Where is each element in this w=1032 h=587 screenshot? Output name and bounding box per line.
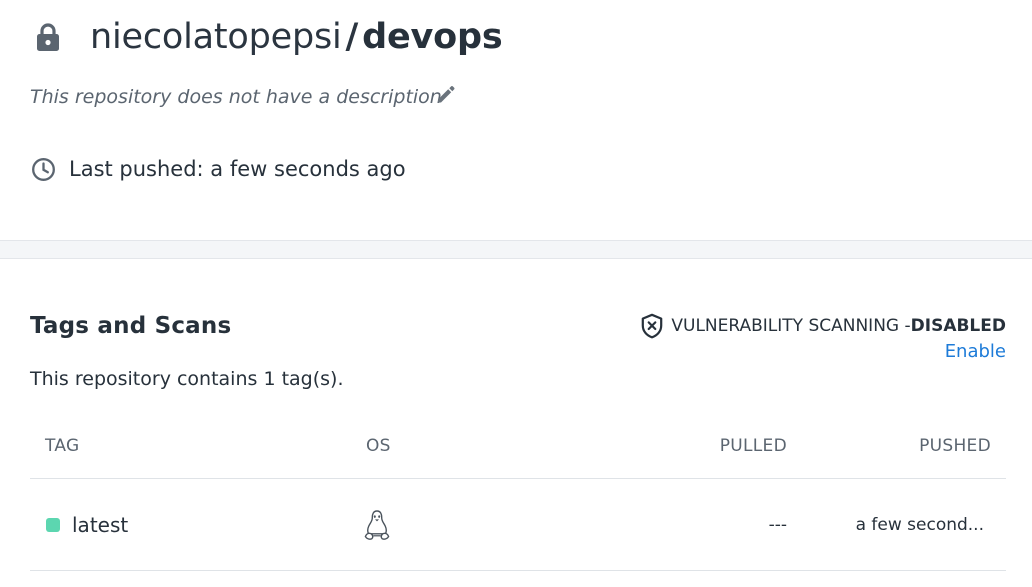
tags-table: TAG OS PULLED PUSHED latest --- a few se… — [30, 419, 1006, 571]
vulnerability-scanning-status: VULNERABILITY SCANNING - DISABLED — [640, 313, 1006, 339]
column-header-pushed[interactable]: PUSHED — [919, 435, 991, 457]
clock-icon — [32, 158, 55, 181]
table-header: TAG OS PULLED PUSHED — [30, 419, 1006, 479]
column-header-pulled[interactable]: PULLED — [720, 435, 787, 457]
lock-icon — [37, 23, 59, 51]
repository-owner: niecolatopepsi — [90, 17, 342, 57]
pulled-value: --- — [768, 515, 787, 535]
section-title: Tags and Scans — [30, 313, 232, 339]
linux-icon — [364, 510, 390, 540]
table-row: latest --- a few second... — [30, 479, 1006, 571]
repository-separator: / — [345, 17, 359, 57]
column-header-tag[interactable]: TAG — [45, 435, 79, 457]
tags-and-scans-section: Tags and Scans VULNERABILITY SCANNING - … — [0, 259, 1032, 587]
tag-count-text: This repository contains 1 tag(s). — [30, 368, 344, 390]
shield-x-icon — [642, 313, 663, 339]
repository-title: niecolatopepsi / devops — [90, 14, 503, 60]
last-pushed-text: Last pushed: a few seconds ago — [69, 157, 406, 181]
column-header-os[interactable]: OS — [366, 435, 391, 457]
pushed-value: a few second... — [855, 515, 984, 535]
repository-header: niecolatopepsi / devops This repository do… — [0, 0, 1032, 240]
tag-status-dot — [46, 518, 60, 532]
section-divider — [0, 240, 1032, 259]
vulnerability-scanning-panel: VULNERABILITY SCANNING - DISABLED Enable — [640, 313, 1006, 364]
vulnerability-scanning-label: VULNERABILITY SCANNING - — [671, 316, 911, 336]
pencil-icon[interactable] — [435, 83, 457, 105]
vulnerability-scanning-state: DISABLED — [910, 316, 1006, 336]
repository-name: devops — [362, 17, 503, 57]
tag-name-link[interactable]: latest — [72, 512, 128, 538]
repository-description: This repository does not have a descript… — [30, 86, 442, 108]
enable-scanning-link[interactable]: Enable — [945, 340, 1006, 364]
